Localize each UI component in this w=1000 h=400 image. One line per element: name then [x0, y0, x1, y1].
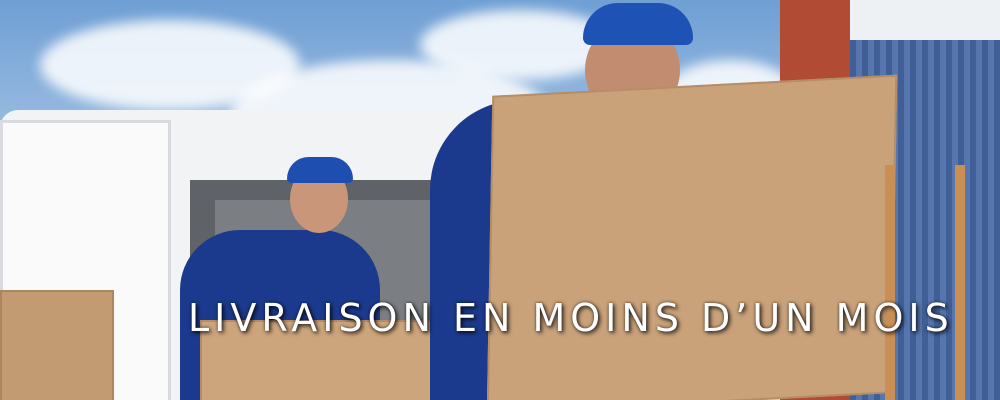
hand-cart	[885, 165, 965, 400]
banner-headline: LIVRAISON EN MOINS D’UN MOIS	[188, 296, 954, 340]
delivery-hero-banner: LIVRAISON EN MOINS D’UN MOIS	[0, 0, 1000, 400]
cardboard-box	[0, 290, 114, 400]
mover-worker-left-cap	[287, 157, 353, 183]
cardboard-box-large	[486, 74, 898, 400]
mover-worker-right-cap	[583, 3, 693, 45]
